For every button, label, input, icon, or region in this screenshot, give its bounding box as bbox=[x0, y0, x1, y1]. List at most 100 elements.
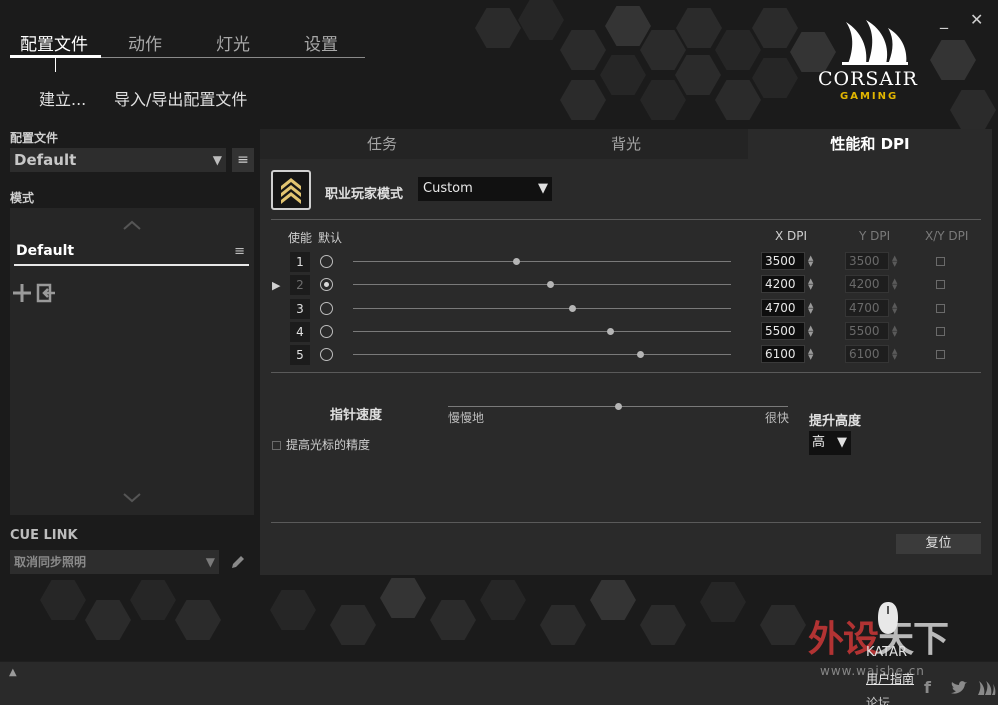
profile-menu-button[interactable]: ≡ bbox=[232, 148, 254, 172]
twitter-icon[interactable] bbox=[950, 680, 968, 696]
lift-height-value: 高 bbox=[812, 435, 826, 450]
dpi-stage-enable-toggle[interactable]: 5 bbox=[290, 345, 310, 365]
lift-height-dropdown[interactable]: 高 ▼ bbox=[809, 431, 851, 455]
mouse-device-icon[interactable] bbox=[876, 600, 900, 636]
x-dpi-spinner-icon[interactable]: ▲ ▼ bbox=[808, 325, 813, 338]
y-dpi-spinner-icon[interactable]: ▲ ▼ bbox=[892, 302, 897, 315]
import-mode-icon[interactable] bbox=[36, 283, 56, 303]
tab-actions[interactable]: 动作 bbox=[128, 30, 162, 55]
active-tab-tick bbox=[55, 58, 56, 72]
user-guide-link[interactable]: 用户指南 bbox=[866, 670, 914, 687]
dpi-slider-thumb[interactable] bbox=[513, 258, 520, 265]
column-enable: 使能 bbox=[288, 231, 313, 245]
x-dpi-spinner-icon[interactable]: ▲ ▼ bbox=[808, 255, 813, 268]
mode-item-label: Default bbox=[16, 243, 75, 259]
mode-select-dropdown[interactable]: Custom ▼ bbox=[418, 177, 552, 201]
y-dpi-spinner-icon[interactable]: ▲ ▼ bbox=[892, 325, 897, 338]
chevron-down-icon: ▼ bbox=[837, 435, 847, 450]
pro-gamer-mode-icon[interactable] bbox=[271, 170, 311, 210]
dpi-slider-thumb[interactable] bbox=[547, 281, 554, 288]
y-dpi-spinner-icon[interactable]: ▲ ▼ bbox=[892, 348, 897, 361]
pointer-speed-slider-thumb[interactable] bbox=[615, 403, 622, 410]
dpi-slider[interactable] bbox=[353, 331, 731, 332]
hamburger-icon[interactable]: ≡ bbox=[234, 244, 245, 259]
device-name: KATAR bbox=[866, 645, 908, 660]
facebook-icon[interactable]: f bbox=[924, 678, 931, 697]
dpi-stage-enable-toggle[interactable]: 3 bbox=[290, 299, 310, 319]
dpi-slider-thumb[interactable] bbox=[569, 305, 576, 312]
create-button[interactable]: 建立... bbox=[39, 86, 86, 110]
x-dpi-spinner-icon[interactable]: ▲ ▼ bbox=[808, 302, 813, 315]
y-dpi-spinner-icon[interactable]: ▲ ▼ bbox=[892, 255, 897, 268]
xy-dpi-checkbox[interactable] bbox=[936, 257, 945, 266]
brand-name: CORSAIR bbox=[818, 68, 918, 90]
dpi-slider[interactable] bbox=[353, 284, 731, 285]
tab-settings[interactable]: 设置 bbox=[304, 30, 338, 55]
dpi-stage-enable-toggle[interactable]: 4 bbox=[290, 322, 310, 342]
tab-profiles[interactable]: 配置文件 bbox=[20, 30, 88, 55]
dpi-default-radio[interactable] bbox=[320, 302, 333, 315]
reset-button[interactable]: 复位 bbox=[896, 534, 981, 554]
y-dpi-input[interactable]: 6100 bbox=[845, 345, 889, 363]
xy-dpi-checkbox[interactable] bbox=[936, 304, 945, 313]
tab-tasks[interactable]: 任务 bbox=[260, 129, 504, 159]
xy-dpi-checkbox[interactable] bbox=[936, 280, 945, 289]
expand-up-icon[interactable]: ▲ bbox=[9, 667, 17, 678]
dpi-slider[interactable] bbox=[353, 308, 731, 309]
column-default: 默认 bbox=[318, 231, 343, 245]
dpi-default-radio[interactable] bbox=[320, 325, 333, 338]
y-dpi-input[interactable]: 4700 bbox=[845, 299, 889, 317]
xy-dpi-checkbox[interactable] bbox=[936, 327, 945, 336]
x-dpi-input[interactable]: 3500 bbox=[761, 252, 805, 270]
forum-link[interactable]: 论坛 bbox=[866, 694, 890, 705]
enhance-precision-label: 提高光标的精度 bbox=[286, 438, 371, 452]
dpi-default-radio[interactable] bbox=[320, 348, 333, 361]
chevron-down-icon: ▼ bbox=[205, 555, 215, 569]
x-dpi-input[interactable]: 6100 bbox=[761, 345, 805, 363]
enhance-precision-checkbox[interactable] bbox=[272, 441, 281, 450]
y-dpi-input[interactable]: 3500 bbox=[845, 252, 889, 270]
x-dpi-spinner-icon[interactable]: ▲ ▼ bbox=[808, 278, 813, 291]
dpi-default-radio[interactable] bbox=[320, 278, 333, 291]
dpi-stage-enable-toggle[interactable]: 2 bbox=[290, 275, 310, 295]
close-button[interactable]: ✕ bbox=[970, 10, 983, 29]
slow-label: 慢慢地 bbox=[448, 411, 485, 425]
column-x-dpi: X DPI bbox=[775, 229, 808, 243]
x-dpi-input[interactable]: 4700 bbox=[761, 299, 805, 317]
corsair-icon[interactable] bbox=[976, 680, 996, 696]
mode-name-label: 职业玩家模式 bbox=[325, 187, 404, 202]
y-dpi-input[interactable]: 5500 bbox=[845, 322, 889, 340]
dpi-slider[interactable] bbox=[353, 354, 731, 355]
cue-link-dropdown[interactable]: 取消同步照明 ▼ bbox=[10, 550, 219, 574]
enhance-precision-option[interactable]: 提高光标的精度 bbox=[272, 436, 370, 453]
tab-lighting[interactable]: 灯光 bbox=[216, 30, 250, 55]
tab-backlight[interactable]: 背光 bbox=[504, 129, 748, 159]
scroll-up-icon[interactable] bbox=[122, 220, 142, 230]
brand-subtitle: GAMING bbox=[840, 91, 899, 102]
profile-dropdown[interactable]: Default ▼ bbox=[10, 148, 226, 172]
y-dpi-spinner-icon[interactable]: ▲ ▼ bbox=[892, 278, 897, 291]
chevron-down-icon: ▼ bbox=[212, 153, 222, 167]
x-dpi-input[interactable]: 5500 bbox=[761, 322, 805, 340]
minimize-button[interactable]: _ bbox=[940, 10, 948, 29]
dpi-slider[interactable] bbox=[353, 261, 731, 262]
dpi-default-radio[interactable] bbox=[320, 255, 333, 268]
y-dpi-input[interactable]: 4200 bbox=[845, 275, 889, 293]
xy-dpi-checkbox[interactable] bbox=[936, 350, 945, 359]
tab-performance-dpi[interactable]: 性能和 DPI bbox=[748, 129, 992, 159]
column-xy-dpi: X/Y DPI bbox=[925, 229, 969, 243]
top-nav: 配置文件 动作 灯光 设置 bbox=[10, 30, 365, 58]
dpi-slider-thumb[interactable] bbox=[607, 328, 614, 335]
x-dpi-spinner-icon[interactable]: ▲ ▼ bbox=[808, 348, 813, 361]
corsair-sails-logo-icon bbox=[842, 20, 908, 65]
lift-height-label: 提升高度 bbox=[809, 414, 862, 429]
pencil-icon[interactable] bbox=[229, 553, 247, 571]
dpi-slider-thumb[interactable] bbox=[637, 351, 644, 358]
add-mode-icon[interactable] bbox=[12, 283, 32, 303]
chevron-down-icon: ▼ bbox=[538, 181, 548, 196]
dpi-stage-enable-toggle[interactable]: 1 bbox=[290, 252, 310, 272]
scroll-down-icon[interactable] bbox=[122, 493, 142, 503]
mode-item-default[interactable]: Default ≡ bbox=[14, 242, 249, 266]
x-dpi-input[interactable]: 4200 bbox=[761, 275, 805, 293]
import-export-button[interactable]: 导入/导出配置文件 bbox=[114, 86, 247, 110]
